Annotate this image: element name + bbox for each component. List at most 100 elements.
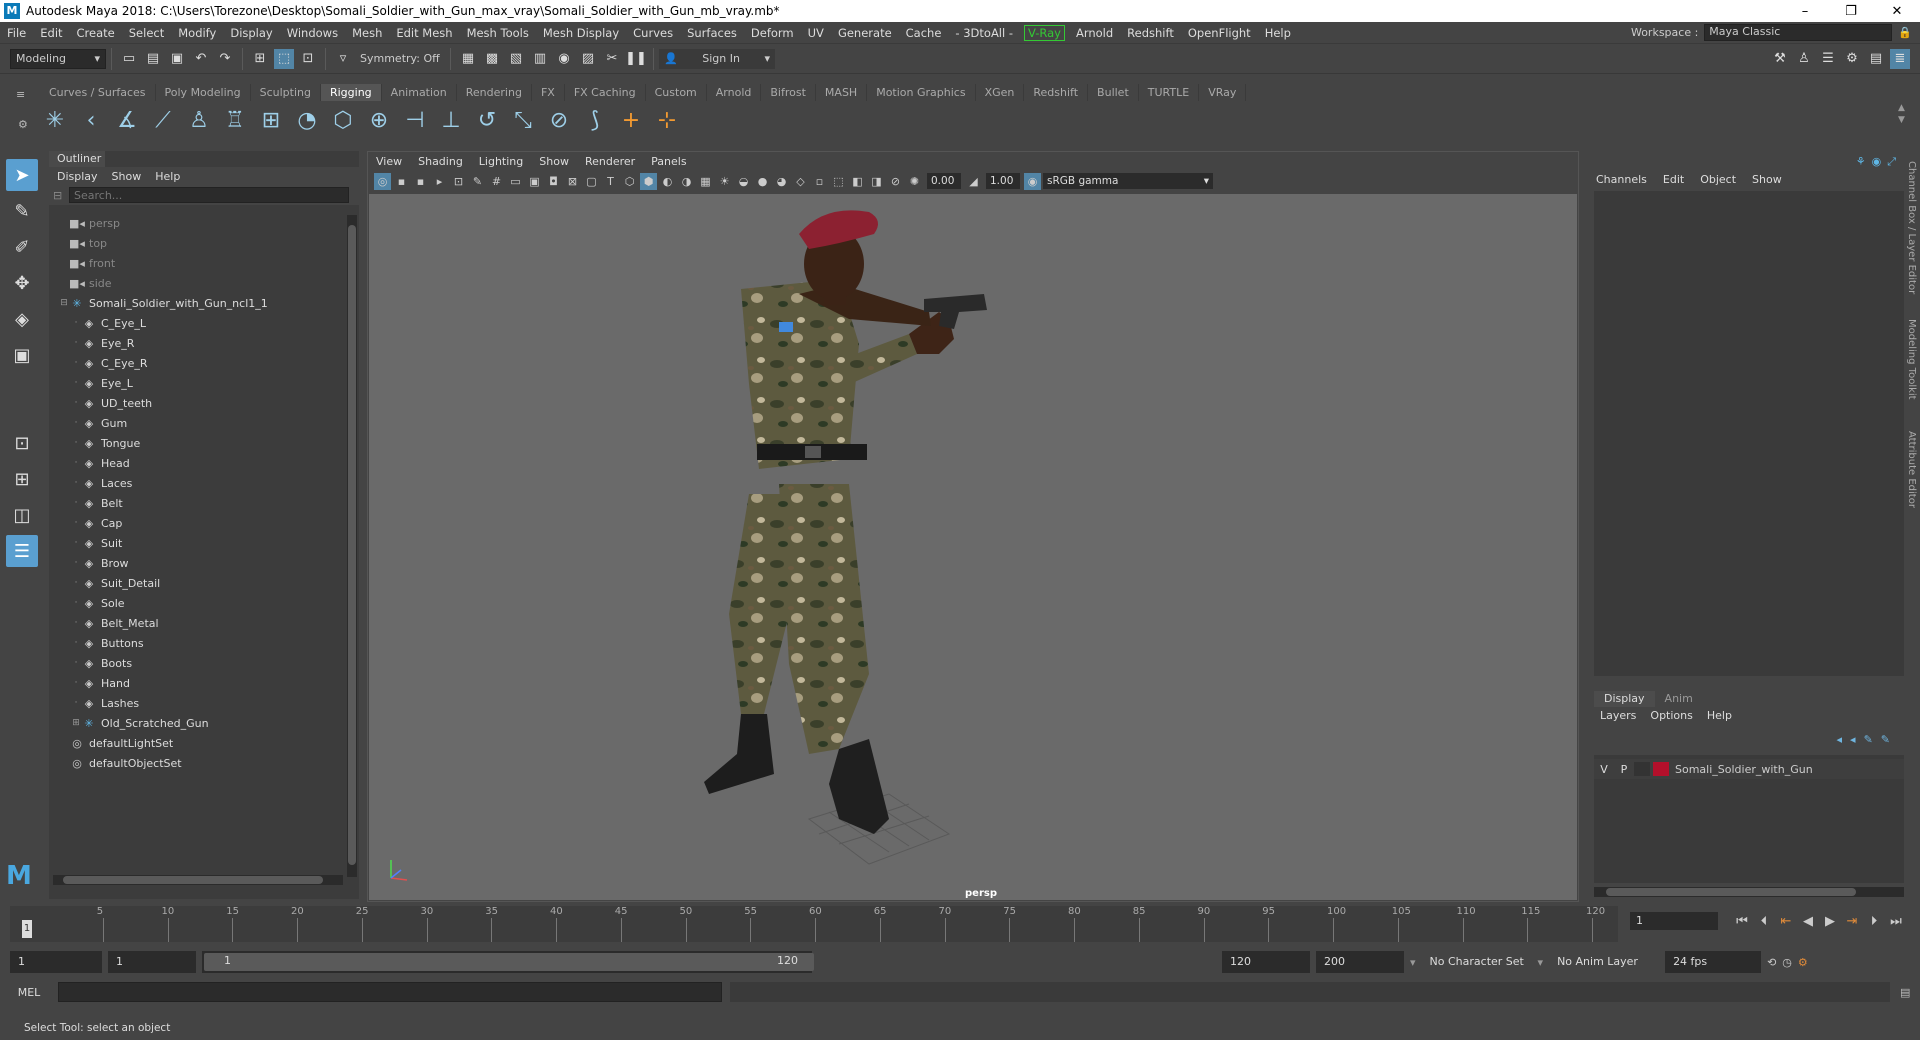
shelf-tab-poly-modeling[interactable]: Poly Modeling — [156, 84, 251, 101]
outliner-menu-display[interactable]: Display — [57, 170, 98, 183]
new-layer-selected-icon[interactable]: ✎ — [1864, 733, 1873, 746]
exposure-field[interactable]: 0.00 — [927, 173, 961, 189]
move-tool-icon[interactable]: ✥ — [6, 267, 38, 299]
camera-attributes-icon[interactable]: ▪ — [393, 173, 410, 190]
outliner-row[interactable]: · ◈ Suit_Detail — [49, 573, 349, 593]
motion-blur-icon[interactable]: ● — [754, 173, 771, 190]
playback-end-field[interactable]: 120 — [1222, 951, 1310, 973]
step-forward-frame-icon[interactable]: ⏵ — [1866, 914, 1882, 929]
layer-display-type[interactable] — [1634, 762, 1650, 776]
menu-curves[interactable]: Curves — [626, 26, 680, 40]
render-icon[interactable]: ▩ — [482, 49, 502, 69]
layer-tab-anim[interactable]: Anim — [1655, 691, 1703, 707]
vp-menu-panels[interactable]: Panels — [651, 155, 686, 168]
maximize-icon[interactable]: ❐ — [1828, 4, 1874, 19]
side-tab-modeling-toolkit[interactable]: Modeling Toolkit — [1906, 319, 1917, 400]
playback-start-field[interactable]: 1 — [108, 951, 196, 973]
outliner-row[interactable]: · ◈ Hand — [49, 673, 349, 693]
outliner-row[interactable]: ⊞ ✳ Old_Scratched_Gun — [49, 713, 349, 733]
shelf-tab-fx-caching[interactable]: FX Caching — [565, 84, 646, 101]
minimize-icon[interactable]: – — [1782, 4, 1828, 19]
outliner-menu-help[interactable]: Help — [155, 170, 180, 183]
smooth-shade-icon[interactable]: ⬢ — [640, 172, 657, 190]
channel-box-area[interactable] — [1594, 191, 1904, 676]
locator-icon[interactable]: + — [616, 105, 646, 135]
outliner-row[interactable]: · ◈ C_Eye_L — [49, 313, 349, 333]
scroll-thumb[interactable] — [348, 225, 356, 865]
layer-row[interactable]: V P Somali_Soldier_with_Gun — [1594, 759, 1904, 779]
character-set-dropdown[interactable]: No Character Set — [1422, 951, 1532, 973]
menu-surfaces[interactable]: Surfaces — [680, 26, 744, 40]
layer-menu-layers[interactable]: Layers — [1600, 709, 1636, 722]
gamma-field[interactable]: 1.00 — [986, 173, 1020, 189]
render-view-icon[interactable]: ▦ — [458, 49, 478, 69]
color-management-icon[interactable]: ◉ — [1024, 172, 1041, 190]
outliner-row[interactable]: · ◈ Cap — [49, 513, 349, 533]
scale-tool-icon[interactable]: ▣ — [6, 339, 38, 371]
expand-icon[interactable]: ⊞ — [71, 718, 81, 728]
vp-menu-show[interactable]: Show — [539, 155, 569, 168]
outliner-row[interactable]: · ◈ Brow — [49, 553, 349, 573]
pause-icon[interactable]: ❚❚ — [625, 49, 647, 69]
scene-end-field[interactable]: 200 — [1316, 951, 1404, 973]
ik-handle-icon[interactable]: ∡ — [112, 105, 142, 135]
anti-aliasing-icon[interactable]: ◕ — [773, 173, 790, 190]
shelf-tab-fx[interactable]: FX — [532, 84, 565, 101]
new-scene-icon[interactable]: ▭ — [119, 49, 139, 69]
sign-in-button[interactable]: 👤 Sign In ▾ — [659, 48, 775, 69]
xray-active-icon[interactable]: ◧ — [849, 173, 866, 190]
aim-constraint-icon[interactable]: ⊘ — [544, 105, 574, 135]
depth-of-field-icon[interactable]: ◇ — [792, 173, 809, 190]
outliner-row[interactable]: ■◂ top — [49, 233, 349, 253]
outliner-row[interactable]: · ◈ Eye_L — [49, 373, 349, 393]
outliner-row[interactable]: · ◈ Lashes — [49, 693, 349, 713]
outliner-row[interactable]: · ◈ Sole — [49, 593, 349, 613]
layer-color-swatch[interactable] — [1653, 762, 1669, 776]
script-language-label[interactable]: MEL — [0, 986, 58, 999]
layer-hscrollbar[interactable] — [1594, 887, 1904, 897]
menu-mesh-tools[interactable]: Mesh Tools — [460, 26, 536, 40]
menu-generate[interactable]: Generate — [831, 26, 899, 40]
shelf-tab-sculpting[interactable]: Sculpting — [251, 84, 321, 101]
outliner-row[interactable]: ■◂ persp — [49, 213, 349, 233]
safe-action-icon[interactable]: ▢ — [583, 173, 600, 190]
outliner-hscrollbar[interactable] — [53, 875, 343, 885]
anim-prefs-icon[interactable]: ⚙ — [1798, 956, 1808, 969]
menu-file[interactable]: File — [0, 26, 33, 40]
menu-deform[interactable]: Deform — [744, 26, 801, 40]
menu-create[interactable]: Create — [70, 26, 122, 40]
step-back-key-icon[interactable]: ⇤ — [1778, 914, 1794, 929]
shelf-tab-turtle[interactable]: TURTLE — [1139, 84, 1200, 101]
four-view-icon[interactable]: ⊞ — [6, 463, 38, 495]
bookmark-icon[interactable]: ▪ — [412, 173, 429, 190]
shelf-tab-mash[interactable]: MASH — [816, 84, 868, 101]
point-constraint-icon[interactable]: ⊥ — [436, 105, 466, 135]
lasso-tool-icon[interactable]: ✎ — [6, 195, 38, 227]
shadows-icon[interactable]: ☀ — [716, 173, 733, 190]
menu-3dtoall[interactable]: - 3DtoAll - — [948, 26, 1020, 40]
side-tab-attribute-editor[interactable]: Attribute Editor — [1906, 431, 1917, 508]
shelf-tab-arnold[interactable]: Arnold — [707, 84, 762, 101]
outliner-row[interactable]: · ◈ Tongue — [49, 433, 349, 453]
gate-mask-icon[interactable]: ◘ — [545, 173, 562, 190]
vp-menu-shading[interactable]: Shading — [418, 155, 463, 168]
cluster-icon[interactable]: ⊕ — [364, 105, 394, 135]
shelf-scroll-arrows[interactable]: ▲ ▼ — [1898, 102, 1905, 126]
film-gate-icon[interactable]: ▭ — [507, 173, 524, 190]
character-controls-icon[interactable]: ♙ — [1794, 49, 1814, 69]
outliner-search-input[interactable] — [69, 187, 349, 203]
shelf-tab-animation[interactable]: Animation — [382, 84, 457, 101]
safe-title-icon[interactable]: T — [602, 173, 619, 190]
vp-menu-renderer[interactable]: Renderer — [585, 155, 635, 168]
shelf-tab-xgen[interactable]: XGen — [976, 84, 1025, 101]
shelf-tab-rigging[interactable]: Rigging — [320, 84, 382, 101]
scroll-thumb[interactable] — [63, 876, 323, 884]
play-backwards-icon[interactable]: ◀ — [1800, 914, 1816, 929]
script-editor-icon[interactable]: ▤ — [1900, 986, 1910, 999]
rotate-tool-icon[interactable]: ◈ — [6, 303, 38, 335]
outliner-row[interactable]: · ◈ Buttons — [49, 633, 349, 653]
time-slider[interactable]: 5 10 15 20 25 30 35 40 45 50 55 60 65 70 75 80 85 90 95 100… — [10, 906, 1618, 942]
quick-rig-icon[interactable]: ♙ — [184, 105, 214, 135]
render-setup-icon[interactable]: ▨ — [578, 49, 598, 69]
menuset-dropdown[interactable]: Modeling ▾ — [10, 48, 106, 69]
